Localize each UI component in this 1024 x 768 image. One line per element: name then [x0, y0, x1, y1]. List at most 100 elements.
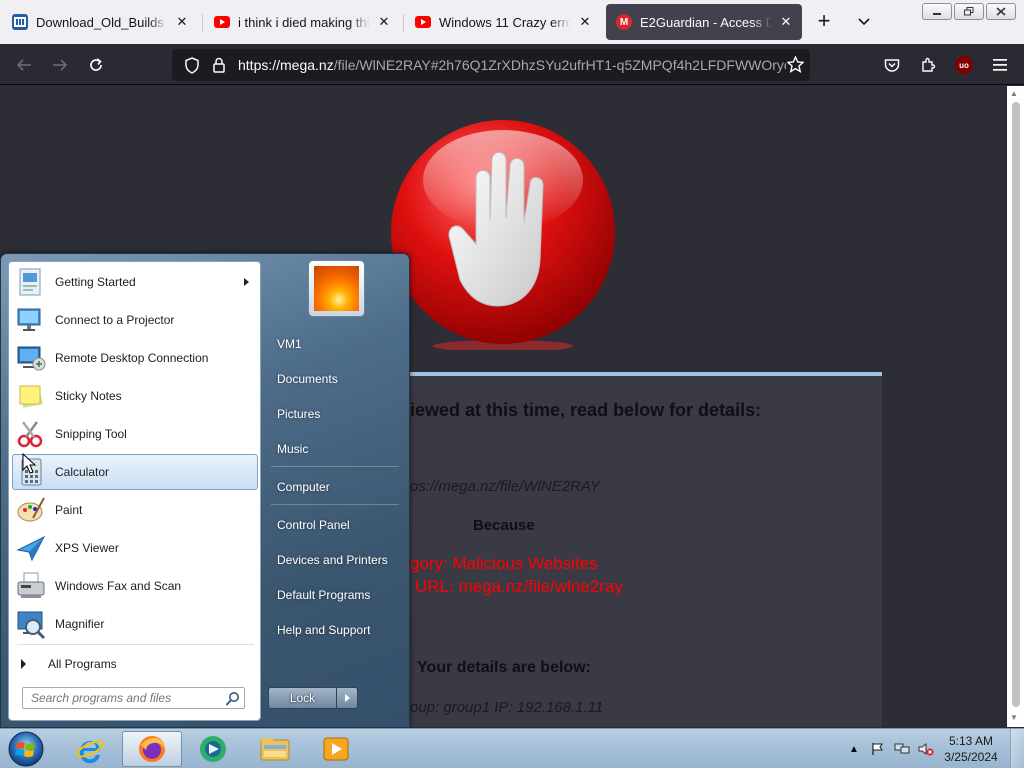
- mouse-cursor-icon: [22, 453, 37, 474]
- programs-pane: Getting Started Connect to a Projector R…: [8, 261, 261, 721]
- projector-icon: [17, 308, 41, 331]
- divider: [271, 504, 399, 505]
- program-label: Calculator: [55, 465, 110, 479]
- program-label: XPS Viewer: [55, 541, 119, 555]
- program-fax-scan[interactable]: Windows Fax and Scan: [12, 568, 258, 604]
- page-scrollbar[interactable]: ▲ ▼: [1007, 86, 1024, 727]
- start-link-music[interactable]: Music: [269, 434, 403, 464]
- program-connect-projector[interactable]: Connect to a Projector: [12, 302, 258, 338]
- all-programs-button[interactable]: All Programs: [12, 650, 258, 678]
- media-center-icon: [200, 736, 226, 762]
- taskbar-media-center[interactable]: [183, 731, 243, 767]
- start-link-devices-printers[interactable]: Devices and Printers: [269, 545, 403, 575]
- group-ip-line: oup: group1 IP: 192.168.1.11: [410, 699, 604, 716]
- navigation-bar: https://mega.nz/file/WlNE2RAY#2h76Q1ZrXD…: [0, 44, 1024, 85]
- file-explorer-icon: [260, 738, 290, 761]
- magnifier-icon: [17, 611, 46, 640]
- taskbar-internet-explorer[interactable]: [60, 731, 120, 767]
- back-button[interactable]: [11, 52, 37, 78]
- start-link-documents[interactable]: Documents: [269, 364, 403, 394]
- start-orb-windows-icon[interactable]: [6, 730, 46, 768]
- tab-title: i think i died making this |W: [238, 14, 370, 30]
- lock-label[interactable]: Lock: [269, 688, 337, 708]
- search-input[interactable]: [23, 688, 219, 708]
- program-magnifier[interactable]: Magnifier: [12, 606, 258, 642]
- program-getting-started[interactable]: Getting Started: [12, 264, 258, 300]
- details-heading: Your details are below:: [417, 659, 591, 676]
- close-icon[interactable]: ✕: [778, 14, 794, 30]
- scroll-down-arrow-icon[interactable]: ▼: [1010, 713, 1018, 722]
- program-paint[interactable]: Paint: [12, 492, 258, 528]
- start-search-box[interactable]: [22, 687, 245, 709]
- program-calculator[interactable]: Calculator: [12, 454, 258, 490]
- user-account-picture[interactable]: [308, 260, 365, 317]
- firefox-icon: [139, 736, 165, 762]
- address-bar[interactable]: https://mega.nz/file/WlNE2RAY#2h76Q1ZrXD…: [172, 49, 810, 81]
- lock-button[interactable]: Lock: [268, 687, 358, 709]
- program-remote-desktop[interactable]: Remote Desktop Connection: [12, 340, 258, 376]
- tab-title: Windows 11 Crazy error II C: [439, 14, 571, 30]
- program-snipping-tool[interactable]: Snipping Tool: [12, 416, 258, 452]
- scroll-up-arrow-icon[interactable]: ▲: [1010, 89, 1018, 98]
- media-player-icon: [323, 737, 349, 761]
- extensions-icon[interactable]: [915, 52, 941, 78]
- restore-button[interactable]: [954, 3, 984, 20]
- show-desktop-button[interactable]: [1010, 729, 1024, 768]
- start-link-vm1[interactable]: VM1: [269, 329, 403, 359]
- tab-youtube-video[interactable]: i think i died making this |W ✕: [204, 4, 400, 40]
- minimize-button[interactable]: [922, 3, 952, 20]
- start-link-help-support[interactable]: Help and Support: [269, 615, 403, 645]
- pocket-icon[interactable]: [879, 52, 905, 78]
- divider: [17, 644, 254, 645]
- tab-list-chevron-icon[interactable]: [852, 10, 876, 34]
- new-tab-button[interactable]: +: [812, 10, 836, 34]
- lock-icon[interactable]: [212, 57, 226, 76]
- program-label: Magnifier: [55, 617, 105, 631]
- search-icon[interactable]: [225, 691, 241, 707]
- details-panel: iewed at this time, read below for detai…: [410, 372, 882, 727]
- snipping-tool-icon: [17, 421, 43, 448]
- scrollbar-thumb[interactable]: [1012, 102, 1020, 707]
- close-icon[interactable]: ✕: [376, 14, 392, 30]
- tab-e2guardian[interactable]: M E2Guardian - Access Denied ✕: [606, 4, 802, 40]
- volume-muted-icon[interactable]: [916, 739, 936, 759]
- url-host: https://mega.nz: [238, 57, 334, 73]
- bookmark-star-icon[interactable]: [786, 55, 805, 76]
- show-hidden-icons-chevron-icon[interactable]: ▲: [844, 739, 864, 759]
- clock-date: 3/25/2024: [944, 750, 998, 764]
- url-text[interactable]: https://mega.nz/file/WlNE2RAY#2h76Q1ZrXD…: [238, 57, 786, 73]
- taskbar: ▲ 5:13 AM 3/25/2024: [0, 728, 1024, 768]
- tab-download-old-builds[interactable]: Download_Old_Builds – Or ✕: [2, 4, 198, 40]
- taskbar-firefox[interactable]: [122, 731, 182, 767]
- tracking-protection-shield-icon[interactable]: [184, 57, 200, 77]
- getting-started-icon: [19, 268, 41, 296]
- system-clock[interactable]: 5:13 AM 3/25/2024: [938, 733, 1004, 765]
- window-close-button[interactable]: [986, 3, 1016, 20]
- network-icon[interactable]: [892, 739, 912, 759]
- taskbar-media-player[interactable]: [306, 731, 366, 767]
- program-label: Paint: [55, 503, 83, 517]
- all-programs-label: All Programs: [48, 657, 117, 671]
- ublock-origin-icon[interactable]: uo: [951, 52, 977, 78]
- close-icon[interactable]: ✕: [174, 14, 190, 30]
- taskbar-file-explorer[interactable]: [245, 731, 305, 767]
- start-link-default-programs[interactable]: Default Programs: [269, 580, 403, 610]
- url-path: /file/WlNE2RAY#2h76Q1ZrXDhzSYu2ufrHT1-q5…: [333, 57, 786, 73]
- program-label: Snipping Tool: [55, 427, 127, 441]
- close-icon[interactable]: ✕: [577, 14, 593, 30]
- forward-button[interactable]: [47, 52, 73, 78]
- youtube-icon: [214, 14, 230, 30]
- stop-hand-icon: [391, 120, 615, 350]
- start-link-computer[interactable]: Computer: [269, 472, 403, 502]
- start-link-control-panel[interactable]: Control Panel: [269, 510, 403, 540]
- shutdown-options-arrow-icon[interactable]: [337, 688, 357, 708]
- menu-hamburger-icon[interactable]: [987, 52, 1013, 78]
- because-heading: Because: [473, 517, 535, 534]
- start-link-pictures[interactable]: Pictures: [269, 399, 403, 429]
- program-xps-viewer[interactable]: XPS Viewer: [12, 530, 258, 566]
- reload-button[interactable]: [83, 52, 109, 78]
- program-sticky-notes[interactable]: Sticky Notes: [12, 378, 258, 414]
- tab-windows-11-error[interactable]: Windows 11 Crazy error II C ✕: [405, 4, 601, 40]
- action-center-flag-icon[interactable]: [868, 739, 888, 759]
- tab-title: Download_Old_Builds – Or: [36, 14, 168, 30]
